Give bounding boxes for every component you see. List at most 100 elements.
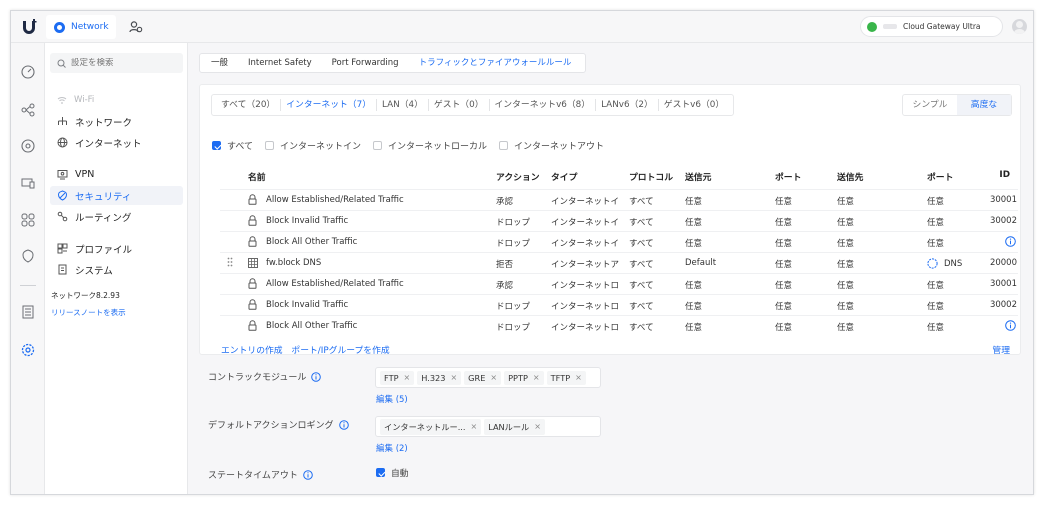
- info-icon[interactable]: [311, 371, 322, 382]
- topology-icon[interactable]: [21, 103, 35, 117]
- remove-icon[interactable]: ×: [490, 373, 497, 382]
- manage-link[interactable]: 管理: [992, 343, 1010, 356]
- ubiquiti-logo-icon[interactable]: [20, 18, 38, 36]
- info-icon[interactable]: [1005, 236, 1016, 247]
- sidebar-item-networks[interactable]: ネットワーク: [50, 112, 183, 131]
- admin-users-icon[interactable]: [129, 20, 143, 34]
- filter-internet[interactable]: インターネット（7）: [281, 99, 377, 111]
- chip-pptp[interactable]: PPTP ×: [504, 370, 544, 385]
- lock-icon: [248, 299, 257, 310]
- mode-simple-button[interactable]: シンプル: [903, 95, 957, 115]
- checkbox-internet-out[interactable]: インターネットアウト: [499, 139, 604, 152]
- drag-handle-icon[interactable]: [227, 257, 233, 267]
- cell-name[interactable]: Block All Other Traffic: [266, 237, 491, 247]
- table-row[interactable]: fw.block DNS 拒否 インターネットア すべて Default 任意 任意 DNS 2…: [220, 252, 1018, 273]
- col-source[interactable]: 送信元: [685, 170, 711, 183]
- user-avatar[interactable]: [1012, 19, 1027, 34]
- devices-icon[interactable]: [21, 139, 35, 153]
- filter-guest[interactable]: ゲスト（0）: [429, 99, 490, 111]
- settings-search[interactable]: [50, 53, 183, 73]
- filter-lan[interactable]: LAN（4）: [377, 99, 429, 111]
- table-row[interactable]: Block Invalid Traffic ドロップ インターネットイ すべて 任意 任意…: [220, 210, 1018, 231]
- col-type[interactable]: タイプ: [551, 170, 577, 183]
- tab-traffic-firewall-rules[interactable]: トラフィックとファイアウォールルール: [408, 54, 582, 72]
- cell-name[interactable]: Block Invalid Traffic: [266, 216, 491, 226]
- remove-icon[interactable]: ×: [450, 373, 457, 382]
- cell-name[interactable]: Allow Established/Related Traffic: [266, 279, 491, 289]
- filter-all[interactable]: すべて（20）: [216, 99, 282, 111]
- sidebar-item-routing[interactable]: ルーティング: [50, 207, 183, 226]
- chip-ftp[interactable]: FTP ×: [380, 370, 415, 385]
- cell-destination-port: 任意: [927, 302, 945, 312]
- remove-icon[interactable]: ×: [575, 373, 582, 382]
- create-group-link[interactable]: ポート/IPグループを作成: [291, 346, 389, 356]
- sidebar-item-vpn[interactable]: VPN: [50, 165, 183, 184]
- col-protocol[interactable]: プロトコル: [629, 170, 673, 183]
- create-entry-link[interactable]: エントリの作成: [221, 346, 283, 356]
- info-icon[interactable]: [338, 419, 349, 430]
- cell-name[interactable]: Block Invalid Traffic: [266, 300, 491, 310]
- checkbox-box[interactable]: [212, 141, 221, 150]
- col-destination[interactable]: 送信先: [837, 170, 863, 183]
- info-icon[interactable]: [1005, 320, 1016, 331]
- default-logging-edit-link[interactable]: 編集 (2): [376, 442, 408, 454]
- chip-internet-rules[interactable]: インターネットルー... ×: [380, 418, 482, 435]
- chip-tftp[interactable]: TFTP ×: [546, 370, 586, 385]
- tab-port-forwarding[interactable]: Port Forwarding: [322, 54, 409, 72]
- checkbox-box[interactable]: [265, 141, 275, 150]
- conntrack-edit-link[interactable]: 編集 (5): [376, 393, 408, 405]
- checkbox-box[interactable]: [373, 141, 383, 150]
- remove-icon[interactable]: ×: [471, 422, 478, 431]
- settings-gear-icon[interactable]: [21, 343, 35, 357]
- filter-guest-v6[interactable]: ゲストv6（0）: [659, 99, 729, 111]
- info-icon[interactable]: [303, 469, 313, 480]
- sidebar-item-security[interactable]: セキュリティ: [50, 186, 183, 205]
- chip-h323[interactable]: H.323 ×: [417, 370, 462, 385]
- filter-lan-v6[interactable]: LANv6（2）: [596, 99, 659, 111]
- col-name[interactable]: 名前: [248, 170, 266, 183]
- cell-name[interactable]: fw.block DNS: [266, 258, 491, 268]
- release-notes-link[interactable]: リリースノートを表示: [51, 307, 126, 318]
- chip-gre[interactable]: GRE ×: [464, 370, 502, 385]
- dashboard-icon[interactable]: [21, 65, 35, 79]
- table-row[interactable]: Block Invalid Traffic ドロップ インターネットロ すべて 任意 任意…: [220, 294, 1018, 315]
- table-row[interactable]: Allow Established/Related Traffic 承認 インターネ…: [220, 273, 1018, 294]
- table-row[interactable]: Block All Other Traffic ドロップ インターネットイ すべて 任意…: [220, 231, 1018, 252]
- checkbox-all[interactable]: すべて: [212, 139, 253, 152]
- gateway-selector[interactable]: Cloud Gateway Ultra: [860, 16, 1003, 37]
- filter-internet-v6[interactable]: インターネットv6（8）: [490, 99, 597, 111]
- shield-nav-icon[interactable]: [21, 249, 35, 263]
- sidebar-item-system[interactable]: システム: [50, 260, 183, 279]
- checkbox-internet-local[interactable]: インターネットローカル: [373, 139, 487, 152]
- col-source-port[interactable]: ポート: [775, 170, 801, 183]
- remove-icon[interactable]: ×: [534, 422, 541, 431]
- sidebar-item-profiles[interactable]: プロファイル: [50, 239, 183, 258]
- remove-icon[interactable]: ×: [404, 373, 411, 382]
- default-logging-input[interactable]: インターネットルー... × LANルール ×: [375, 416, 601, 437]
- tab-general[interactable]: 一般: [200, 54, 238, 72]
- checkbox-box[interactable]: [499, 141, 509, 150]
- state-timeout-auto-checkbox[interactable]: 自動: [376, 466, 409, 479]
- sidebar-item-internet[interactable]: インターネット: [50, 133, 183, 152]
- cell-name[interactable]: Block All Other Traffic: [266, 321, 491, 331]
- table-row[interactable]: Allow Established/Related Traffic 承認 インターネ…: [220, 189, 1018, 210]
- network-app-tab[interactable]: Network: [46, 15, 116, 39]
- sidebar-item-wifi[interactable]: Wi-Fi: [50, 90, 183, 109]
- checkbox-box[interactable]: [376, 468, 385, 477]
- clients-icon[interactable]: [21, 176, 35, 190]
- col-destination-port[interactable]: ポート: [927, 170, 953, 183]
- remove-icon[interactable]: ×: [533, 373, 540, 382]
- logs-icon[interactable]: [21, 305, 35, 319]
- chip-lan-rules[interactable]: LANルール ×: [484, 418, 545, 435]
- conntrack-modules-input[interactable]: FTP × H.323 × GRE × PPTP × TFTP ×: [375, 367, 601, 388]
- search-input[interactable]: [71, 58, 171, 68]
- cell-name[interactable]: Allow Established/Related Traffic: [266, 195, 491, 205]
- checkbox-internet-in[interactable]: インターネットイン: [265, 139, 361, 152]
- table-row[interactable]: Block All Other Traffic ドロップ インターネットロ すべて 任意…: [220, 315, 1018, 336]
- mode-advanced-button[interactable]: 高度な: [957, 95, 1011, 115]
- conntrack-label: コントラックモジュール: [208, 370, 322, 383]
- insights-icon[interactable]: [21, 213, 35, 227]
- col-action[interactable]: アクション: [496, 170, 540, 183]
- col-id[interactable]: ID: [999, 170, 1010, 180]
- tab-internet-safety[interactable]: Internet Safety: [238, 54, 322, 72]
